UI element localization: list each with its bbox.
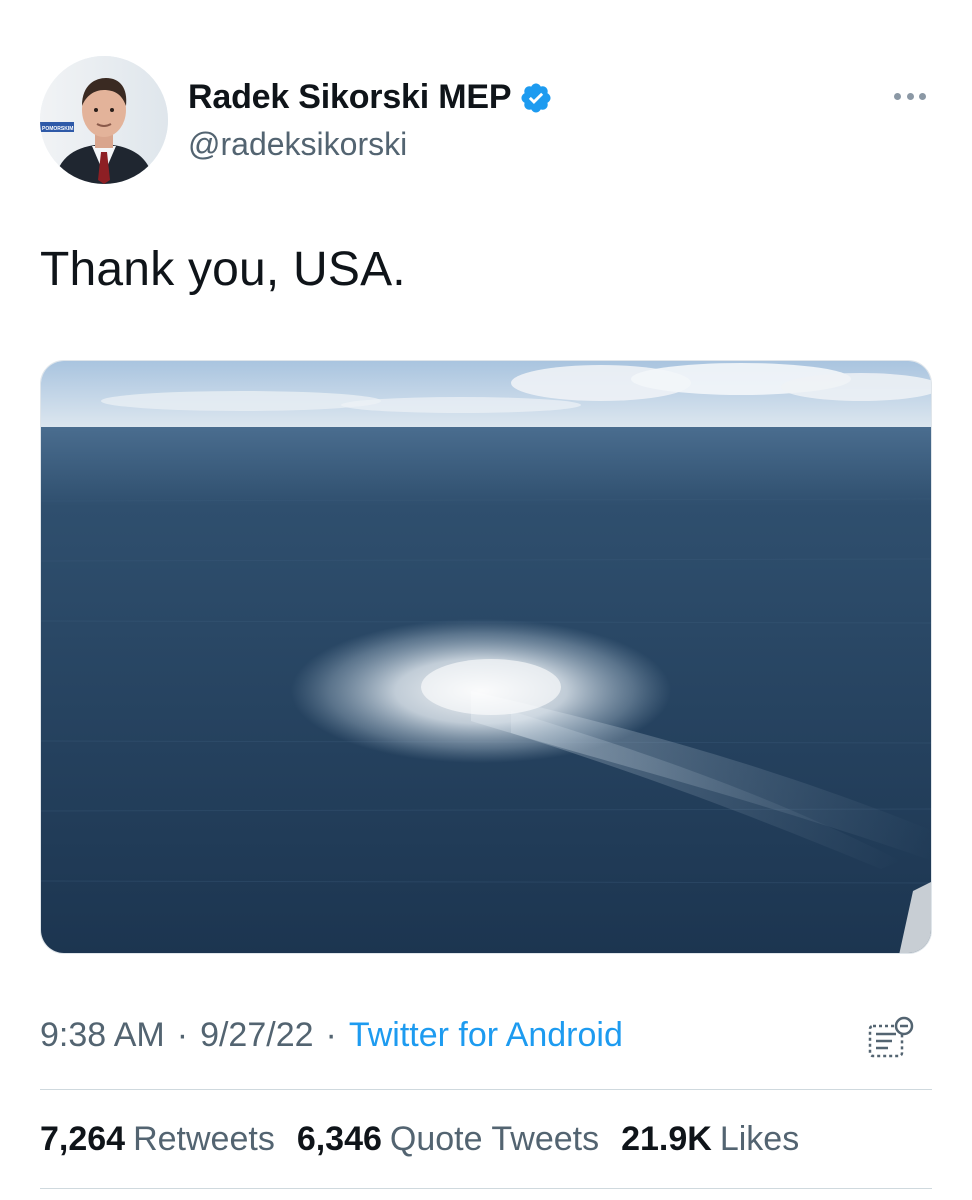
author-name-row[interactable]: Radek Sikorski MEP [188, 78, 553, 117]
tweet-card: POMORSKIM Radek Sikorski MEP @radeksikor [0, 0, 972, 1200]
avatar-image: POMORSKIM [40, 56, 168, 184]
tweet-media-image[interactable] [40, 360, 932, 954]
dot [906, 92, 914, 100]
display-name[interactable]: Radek Sikorski MEP [188, 78, 512, 117]
meta-separator: · [176, 1016, 189, 1054]
verified-badge-icon [521, 82, 551, 113]
like-label: Likes [719, 1120, 800, 1158]
avatar-logo-text: POMORSKIM [42, 126, 73, 132]
retweet-label: Retweets [133, 1120, 275, 1158]
tweet-date[interactable]: 9/27/22 [200, 1016, 313, 1055]
tweet-text: Thank you, USA. [40, 243, 406, 296]
tweet-time[interactable]: 9:38 AM [40, 1016, 165, 1055]
tweet-analytics-icon[interactable] [866, 1016, 914, 1060]
stat-quote-tweets[interactable]: 6,346 Quote Tweets [297, 1120, 599, 1159]
stat-retweets[interactable]: 7,264 Retweets [40, 1120, 275, 1159]
author-handle[interactable]: @radeksikorski [188, 126, 407, 163]
divider [40, 1188, 932, 1189]
more-options-icon[interactable] [890, 80, 930, 112]
tweet-stats: 7,264 Retweets 6,346 Quote Tweets 21.9K Lik… [40, 1120, 799, 1159]
quote-tweet-label: Quote Tweets [389, 1120, 600, 1158]
quote-tweet-count: 6,346 [296, 1120, 382, 1158]
tweet-meta: 9:38 AM · 9/27/22 · Twitter for Android [40, 1016, 623, 1055]
tweet-source-link[interactable]: Twitter for Android [349, 1016, 623, 1055]
dot [894, 92, 901, 100]
dot [919, 92, 926, 100]
avatar[interactable]: POMORSKIM [40, 56, 168, 184]
divider [40, 1089, 932, 1090]
sea-photo [41, 361, 931, 953]
retweet-count: 7,264 [40, 1120, 126, 1158]
stat-likes[interactable]: 21.9K Likes [621, 1120, 799, 1159]
like-count: 21.9K [621, 1120, 712, 1158]
meta-separator: · [325, 1016, 337, 1054]
